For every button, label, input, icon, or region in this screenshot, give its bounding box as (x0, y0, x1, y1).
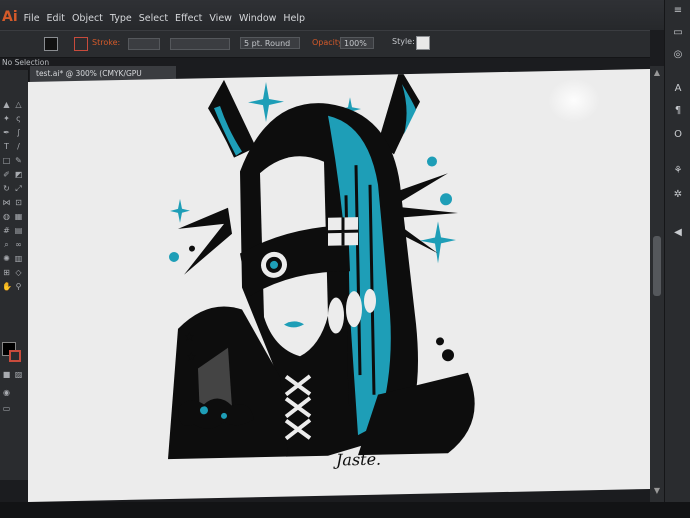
screen-glare (548, 78, 600, 123)
finger (328, 297, 344, 334)
panel-dock: ≡ ▭ ◎ A ¶ O ⚘ ✲ ◀ (664, 0, 690, 518)
brush-definition-select[interactable]: 5 pt. Round (240, 37, 300, 49)
pencil-tool-icon[interactable]: ✐ (2, 170, 11, 179)
style-label: Style: (392, 37, 415, 46)
vertical-scrollbar[interactable]: ▲ ▼ (650, 66, 664, 502)
sparkle-far-right (420, 221, 456, 264)
dot (169, 251, 179, 262)
lasso-icon[interactable]: ς (14, 114, 23, 123)
swatch-icon[interactable]: ◎ (671, 48, 685, 62)
dot (189, 245, 195, 252)
slice-tool-icon[interactable]: ◇ (14, 268, 23, 277)
line-tool-icon[interactable]: / (14, 142, 23, 151)
artwork-illustration: ★ ★ Jaste. (168, 68, 600, 470)
dot (440, 193, 452, 206)
mesh-tool-icon[interactable]: # (2, 226, 11, 235)
color-mode-icon[interactable]: ■ (2, 370, 11, 379)
svg-text:★: ★ (184, 330, 195, 344)
paragraph-icon[interactable]: ¶ (671, 104, 685, 118)
menu-file[interactable]: File (24, 13, 40, 24)
rectangle-tool-icon[interactable]: □ (2, 156, 11, 165)
blend-tool-icon[interactable]: ∞ (14, 240, 23, 249)
direct-selection-tool-icon[interactable]: △ (14, 100, 23, 109)
artboard-tool-icon[interactable]: ⊞ (2, 268, 11, 277)
panel-icon[interactable]: ▭ (671, 26, 685, 40)
menu-view[interactable]: View (209, 13, 232, 24)
shape-builder-icon[interactable]: ◍ (2, 212, 11, 221)
type-tool-icon[interactable]: T (2, 142, 11, 151)
scroll-up-icon[interactable]: ▲ (652, 68, 662, 77)
dot (427, 156, 437, 167)
sparkle-left (170, 198, 190, 223)
app-logo: Ai (2, 9, 18, 25)
screen-mode-icon[interactable]: ▭ (2, 404, 11, 413)
scrollbar-thumb[interactable] (653, 236, 661, 296)
scale-tool-icon[interactable]: ⤢ (14, 184, 23, 193)
menu-effect[interactable]: Effect (175, 13, 202, 24)
monitor-bezel (0, 502, 690, 518)
stroke-weight-field[interactable] (128, 38, 160, 50)
fill-swatch[interactable] (44, 37, 58, 51)
opentype-icon[interactable]: O (671, 128, 685, 142)
finger (346, 291, 362, 328)
free-transform-icon[interactable]: ⊡ (14, 198, 23, 207)
gradient-tool-icon[interactable]: ▤ (14, 226, 23, 235)
draw-mode-icon[interactable]: ◉ (2, 388, 11, 397)
collapse-icon[interactable]: ◀ (671, 226, 685, 240)
symbol-sprayer-icon[interactable]: ✺ (2, 254, 11, 263)
burst-left (178, 207, 232, 275)
menu-help[interactable]: Help (283, 13, 305, 24)
artist-signature: Jaste. (333, 450, 381, 470)
symbols-icon[interactable]: ⚘ (671, 164, 685, 178)
rotate-tool-icon[interactable]: ↻ (2, 184, 11, 193)
width-tool-icon[interactable]: ⋈ (2, 198, 11, 207)
eraser-tool-icon[interactable]: ◩ (14, 170, 23, 179)
perspective-grid-icon[interactable]: ▦ (14, 212, 23, 221)
artboard-canvas[interactable]: ★ ★ Jaste. (28, 68, 650, 503)
eyedropper-icon[interactable]: ⌕ (2, 240, 11, 249)
dot (442, 349, 454, 362)
puzzle-icon[interactable]: ✲ (671, 188, 685, 202)
graph-tool-icon[interactable]: ▥ (14, 254, 23, 263)
menu-edit[interactable]: Edit (47, 13, 65, 24)
zoom-tool-icon[interactable]: ⚲ (14, 282, 23, 291)
graphic-style-swatch[interactable] (416, 36, 430, 50)
menu-type[interactable]: Type (110, 13, 132, 24)
stroke-swatch[interactable] (74, 37, 88, 51)
gradient-mode-icon[interactable]: ▨ (14, 370, 23, 379)
opacity-field[interactable]: 100% (340, 37, 374, 49)
scroll-down-icon[interactable]: ▼ (652, 486, 662, 495)
tools-panel: ▲ △ ✦ ς ✒ ∫ T / □ ✎ ✐ ◩ ↻ ⤢ ⋈ ⊡ ◍ ▦ # ▤ … (0, 70, 29, 480)
menu-icon[interactable]: ≡ (671, 4, 685, 18)
character-icon[interactable]: A (671, 82, 685, 96)
pen-tool-icon[interactable]: ✒ (2, 128, 11, 137)
magic-wand-icon[interactable]: ✦ (2, 114, 11, 123)
hand-tool-icon[interactable]: ✋ (2, 282, 12, 291)
stroke-color-icon[interactable] (9, 350, 21, 362)
control-bar: Stroke: 5 pt. Round Opacity: 100% Style: (0, 30, 650, 58)
menu-select[interactable]: Select (139, 13, 168, 24)
stroke-label[interactable]: Stroke: (92, 38, 120, 47)
dot (436, 337, 444, 346)
menu-object[interactable]: Object (72, 13, 103, 24)
variable-width-profile[interactable] (170, 38, 230, 50)
menu-bar: Ai File Edit Object Type Select Effect V… (0, 0, 690, 30)
svg-text:★: ★ (186, 349, 197, 363)
curvature-tool-icon[interactable]: ∫ (14, 128, 23, 137)
paintbrush-tool-icon[interactable]: ✎ (14, 156, 23, 165)
selection-tool-icon[interactable]: ▲ (2, 100, 11, 109)
menu-window[interactable]: Window (239, 13, 276, 24)
